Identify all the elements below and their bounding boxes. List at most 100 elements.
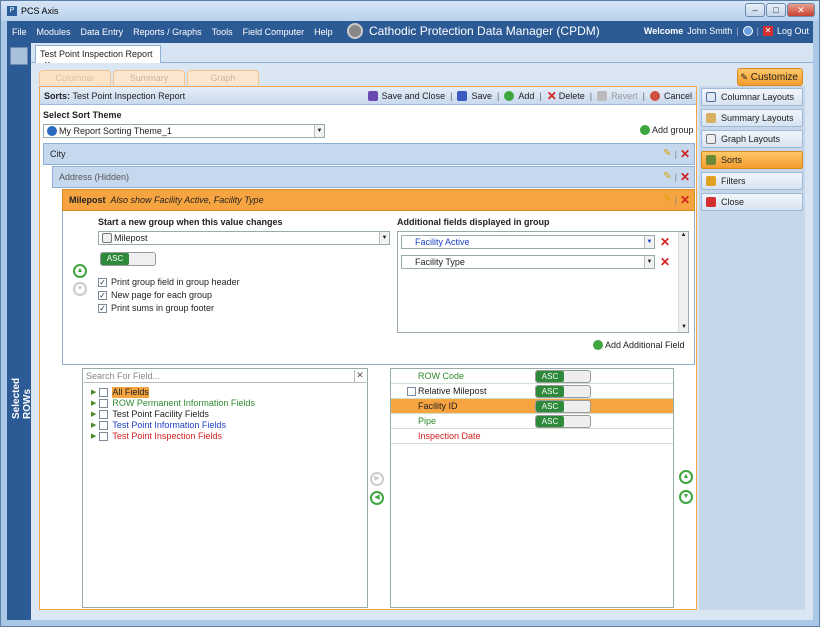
summary-layouts-button[interactable]: Summary Layouts bbox=[701, 109, 803, 127]
additional-fields-label: Additional fields displayed in group bbox=[397, 217, 550, 227]
sort-field-relative-milepost[interactable]: Relative Milepost ASC bbox=[391, 384, 673, 399]
field-icon bbox=[102, 233, 112, 243]
sort-field-inspection-date[interactable]: Inspection Date bbox=[391, 429, 673, 444]
tab-graph[interactable]: Graph bbox=[187, 70, 259, 85]
menu-help[interactable]: Help bbox=[309, 27, 338, 37]
delete-icon[interactable]: ✕ bbox=[680, 194, 690, 206]
help-icon[interactable] bbox=[742, 26, 753, 36]
sort-group-milepost[interactable]: Milepost Also show Facility Active, Faci… bbox=[62, 189, 695, 211]
sort-direction-toggle[interactable]: ASC bbox=[100, 252, 156, 266]
customize-button[interactable]: ✎ Customize bbox=[737, 68, 803, 86]
additional-fields-list: Facility Active ▼ ✕ Facility Type ▼ ✕ ▲ ▼ bbox=[397, 231, 689, 333]
tree-node-information[interactable]: ▶ Test Point Information Fields bbox=[91, 420, 255, 431]
delete-icon[interactable]: ✕ bbox=[680, 148, 690, 160]
menu-modules[interactable]: Modules bbox=[32, 27, 76, 37]
sorts-panel-title: Sorts: Test Point Inspection Report Save… bbox=[40, 87, 696, 105]
menu-tools[interactable]: Tools bbox=[207, 27, 238, 37]
sort-direction-toggle[interactable]: ASC bbox=[535, 385, 591, 398]
save-and-close-button[interactable]: Save and Close bbox=[367, 90, 445, 101]
app-header: Cathodic Protection Data Manager (CPDM) bbox=[347, 23, 600, 39]
sort-direction-toggle[interactable]: ASC bbox=[535, 400, 591, 413]
selected-rows-label[interactable]: Selected ROWs bbox=[11, 349, 33, 419]
scrollbar[interactable]: ▲ ▼ bbox=[678, 232, 688, 332]
print-group-header-checkbox[interactable]: ✓ Print group field in group header bbox=[98, 277, 240, 287]
sort-field-row-code[interactable]: ROW Code ASC bbox=[391, 369, 673, 384]
check-icon: ✓ bbox=[98, 303, 107, 313]
move-down-icon[interactable]: ▼ bbox=[679, 490, 693, 504]
menu-reports-graphs[interactable]: Reports / Graphs bbox=[128, 27, 207, 37]
add-icon bbox=[504, 90, 515, 101]
field-search-input[interactable]: Search For Field... ✕ bbox=[84, 370, 366, 383]
print-sums-checkbox[interactable]: ✓ Print sums in group footer bbox=[98, 303, 240, 313]
tab-label: Test Point Inspection Report bbox=[40, 49, 153, 59]
app-logo-icon bbox=[347, 23, 363, 39]
close-icon bbox=[706, 197, 716, 207]
tree-node-row-permanent[interactable]: ▶ ROW Permanent Information Fields bbox=[91, 398, 255, 409]
save-icon bbox=[457, 90, 468, 101]
logout-link[interactable]: Log Out bbox=[777, 26, 809, 36]
menu-file[interactable]: File bbox=[7, 27, 32, 37]
add-group-button[interactable]: Add group bbox=[640, 125, 694, 135]
clear-search-icon[interactable]: ✕ bbox=[354, 370, 365, 382]
additional-field-select[interactable]: Facility Active ▼ bbox=[401, 235, 655, 249]
revert-button[interactable]: Revert bbox=[597, 90, 638, 101]
delete-button[interactable]: ✕ Delete bbox=[547, 90, 585, 102]
additional-field-select[interactable]: Facility Type ▼ bbox=[401, 255, 655, 269]
tree-node-all-fields[interactable]: ▶ All Fields bbox=[91, 387, 255, 398]
columnar-layouts-button[interactable]: Columnar Layouts bbox=[701, 88, 803, 106]
user-name: John Smith bbox=[687, 26, 733, 36]
chevron-down-icon: ▼ bbox=[379, 232, 389, 244]
group-name: Address (Hidden) bbox=[59, 172, 130, 182]
move-up-icon[interactable]: ▲ bbox=[679, 470, 693, 484]
menu-field-computer[interactable]: Field Computer bbox=[238, 27, 310, 37]
sort-group-address[interactable]: Address (Hidden) ✎ | ✕ bbox=[52, 166, 695, 188]
globe-icon bbox=[47, 126, 57, 136]
cancel-icon bbox=[649, 90, 660, 101]
close-panel-button[interactable]: Close bbox=[701, 193, 803, 211]
tree-node-facility[interactable]: ▶ Test Point Facility Fields bbox=[91, 409, 255, 420]
cancel-button[interactable]: Cancel bbox=[649, 90, 692, 101]
app-title: Cathodic Protection Data Manager (CPDM) bbox=[369, 24, 600, 38]
group-field-select[interactable]: Milepost ▼ bbox=[98, 231, 390, 245]
sort-theme-select[interactable]: My Report Sorting Theme_1 ▼ bbox=[43, 124, 325, 138]
close-button[interactable]: ✕ bbox=[787, 3, 815, 17]
move-up-icon[interactable]: ▲ bbox=[73, 264, 87, 278]
tree-node-inspection[interactable]: ▶ Test Point Inspection Fields bbox=[91, 431, 255, 442]
document-tab-strip: Test Point Inspection Report ✕ bbox=[31, 43, 813, 69]
sort-field-pipe[interactable]: Pipe ASC bbox=[391, 414, 673, 429]
menu-data-entry[interactable]: Data Entry bbox=[76, 27, 129, 37]
minimize-button[interactable]: – bbox=[745, 3, 765, 17]
add-button[interactable]: Add bbox=[504, 90, 534, 101]
tab-columnar[interactable]: Columnar bbox=[39, 70, 111, 85]
logout-icon[interactable]: ✕ bbox=[762, 26, 773, 36]
tab-test-point-inspection-report[interactable]: Test Point Inspection Report ✕ bbox=[35, 45, 161, 69]
filters-button[interactable]: Filters bbox=[701, 172, 803, 190]
sort-direction-toggle[interactable]: ASC bbox=[535, 370, 591, 383]
new-page-checkbox[interactable]: ✓ New page for each group bbox=[98, 290, 240, 300]
sorts-panel: Sorts: Test Point Inspection Report Save… bbox=[39, 86, 697, 610]
save-button[interactable]: Save bbox=[457, 90, 492, 101]
edit-icon[interactable]: ✎ bbox=[663, 148, 671, 159]
delete-icon[interactable]: ✕ bbox=[680, 171, 690, 183]
user-area: Welcome John Smith | | ✕ Log Out bbox=[643, 26, 809, 36]
tab-summary[interactable]: Summary bbox=[113, 70, 185, 85]
sort-group-city[interactable]: City ✎ | ✕ bbox=[43, 143, 695, 165]
move-left-icon[interactable]: ◀ bbox=[370, 491, 384, 505]
move-down-icon[interactable]: ▼ bbox=[73, 282, 87, 296]
edit-icon[interactable]: ✎ bbox=[663, 194, 671, 205]
add-icon bbox=[593, 340, 603, 350]
sorts-button[interactable]: Sorts bbox=[701, 151, 803, 169]
maximize-button[interactable]: □ bbox=[766, 3, 786, 17]
remove-field-icon[interactable]: ✕ bbox=[660, 236, 670, 248]
move-right-icon[interactable]: ▶ bbox=[370, 472, 384, 486]
search-icon[interactable] bbox=[10, 47, 28, 65]
remove-field-icon[interactable]: ✕ bbox=[660, 256, 670, 268]
sorts-title-label: Sorts: bbox=[44, 90, 71, 101]
milepost-group-box: Milepost Also show Facility Active, Faci… bbox=[62, 189, 695, 365]
graph-layouts-button[interactable]: Graph Layouts bbox=[701, 130, 803, 148]
sort-field-facility-id[interactable]: Facility ID ASC bbox=[391, 399, 673, 414]
sort-direction-toggle[interactable]: ASC bbox=[535, 415, 591, 428]
edit-icon[interactable]: ✎ bbox=[663, 171, 671, 182]
view-tabs: Columnar Summary Graph bbox=[39, 70, 259, 85]
add-additional-field-button[interactable]: Add Additional Field bbox=[593, 340, 685, 350]
